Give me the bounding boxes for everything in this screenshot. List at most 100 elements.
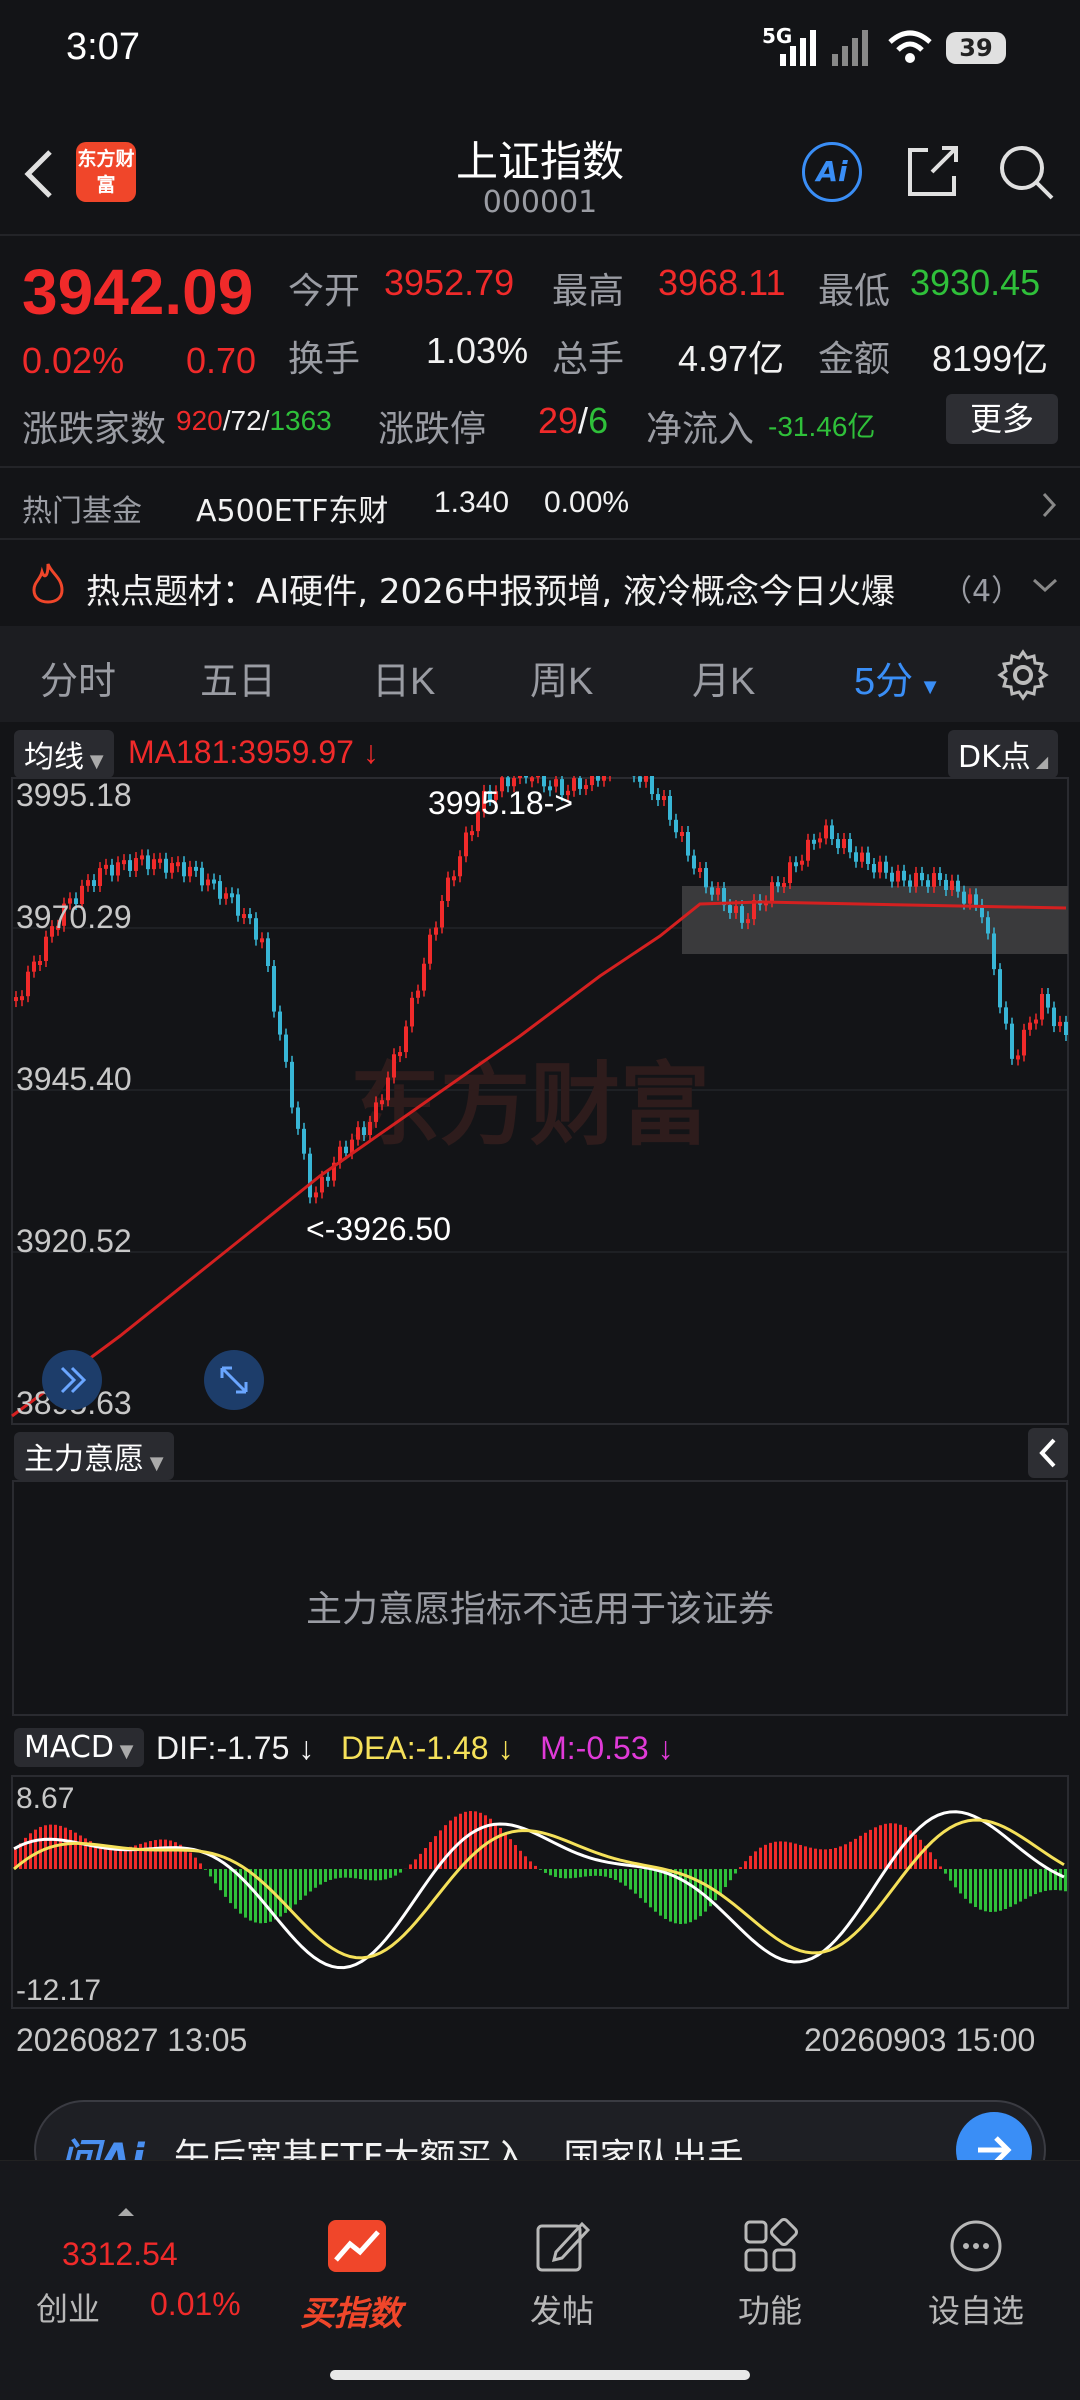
fund-pct: 0.00%: [544, 486, 630, 519]
nav-watchlist-label[interactable]: 设自选: [910, 2286, 1042, 2332]
macd-bar: [559, 1869, 562, 1878]
candle: [896, 870, 900, 882]
candle: [344, 1146, 348, 1154]
candle: [158, 858, 162, 863]
macd-bar: [874, 1827, 877, 1869]
candle: [356, 1127, 360, 1140]
macd-bar: [584, 1869, 587, 1877]
collapse-button[interactable]: [1028, 1428, 1068, 1478]
macd-bar: [629, 1869, 632, 1890]
candle: [728, 905, 732, 913]
grid-apps-icon[interactable]: [742, 2218, 798, 2274]
tab-daily-k[interactable]: 日K: [372, 650, 435, 705]
tab-monthly-k[interactable]: 月K: [692, 650, 755, 705]
macd-bar: [994, 1869, 997, 1912]
candle: [794, 862, 798, 867]
macd-bar: [264, 1869, 267, 1924]
macd-bar: [189, 1852, 192, 1869]
chevron-down-icon: [1032, 578, 1058, 593]
candle: [950, 880, 954, 891]
macd-bar: [219, 1869, 222, 1891]
candle: [116, 862, 120, 876]
macd-bar: [519, 1850, 522, 1869]
hot-fund-row[interactable]: [0, 468, 1080, 538]
macd-ymax: 8.67: [16, 1782, 74, 1815]
candle: [524, 776, 528, 778]
candle: [848, 838, 852, 853]
macd-bar: [554, 1869, 557, 1877]
macd-bar: [779, 1841, 782, 1869]
candle: [416, 990, 420, 998]
more-circle-icon[interactable]: [948, 2218, 1004, 2274]
macd-bar: [59, 1825, 62, 1869]
candle: [458, 856, 462, 877]
candle: [26, 971, 30, 997]
macd-indicator-select[interactable]: MACD ▼: [14, 1728, 144, 1767]
candle: [992, 933, 996, 970]
candle: [218, 881, 222, 899]
macd-bar: [654, 1869, 657, 1912]
ma-indicator-select[interactable]: 均线 ▼: [14, 730, 114, 778]
macd-bar: [574, 1869, 577, 1878]
macd-bar: [64, 1827, 67, 1869]
nav-post-label[interactable]: 发帖: [500, 2286, 624, 2332]
macd-bar: [429, 1842, 432, 1869]
macd-bar: [509, 1839, 512, 1869]
macd-bar: [1014, 1869, 1017, 1905]
more-button[interactable]: 更多: [946, 394, 1058, 444]
candle: [836, 839, 840, 849]
search-icon[interactable]: [996, 142, 1056, 202]
index-ticker[interactable]: [0, 2160, 260, 2300]
scroll-left-button[interactable]: [42, 1350, 102, 1410]
candle: [860, 852, 864, 862]
candle: [716, 888, 720, 895]
tab-intraday[interactable]: 分时: [40, 650, 116, 705]
macd-bar: [204, 1869, 207, 1870]
macd-bar: [249, 1869, 252, 1921]
macd-bar: [734, 1869, 737, 1874]
compose-icon[interactable]: [534, 2218, 590, 2274]
candle: [656, 794, 660, 801]
candle: [740, 906, 744, 923]
macd-chart[interactable]: 8.67 -12.17: [0, 1774, 1080, 2010]
macd-bar: [694, 1869, 697, 1920]
macd-bar: [414, 1859, 417, 1869]
candle: [86, 880, 90, 886]
candle: [386, 1077, 390, 1101]
candle: [812, 839, 816, 844]
ai-button[interactable]: Ai: [802, 142, 862, 202]
macd-bar: [154, 1840, 157, 1869]
macd-bar: [544, 1869, 547, 1873]
dk-point-button[interactable]: DK点 ◢: [948, 730, 1059, 778]
kline-chart[interactable]: 东方财富 3995.18 3970.29 3945.40 3920.52 389…: [0, 776, 1080, 1426]
settings-gear-icon[interactable]: [996, 648, 1050, 702]
candle: [164, 858, 168, 873]
candle: [776, 882, 780, 887]
macd-bar: [109, 1848, 112, 1869]
intent-indicator-select[interactable]: 主力意愿 ▼: [14, 1432, 174, 1480]
share-icon[interactable]: [902, 142, 962, 202]
change-percent: 0.02%: [22, 340, 125, 381]
candle: [644, 776, 648, 782]
macd-bar: [139, 1843, 142, 1869]
nav-functions-label[interactable]: 功能: [708, 2286, 832, 2332]
candle: [206, 879, 210, 886]
ticker-name: 创业: [36, 2290, 101, 2328]
candle: [470, 831, 474, 836]
tab-five-day[interactable]: 五日: [200, 650, 276, 705]
candle: [926, 880, 930, 887]
open-label: 今开: [288, 270, 361, 311]
macd-bar: [1009, 1869, 1012, 1907]
macd-bar: [649, 1869, 652, 1908]
macd-bar: [819, 1849, 822, 1869]
tab-5min[interactable]: 5分 ▼: [854, 650, 941, 705]
candle: [302, 1128, 306, 1154]
macd-bar: [409, 1864, 412, 1869]
macd-bar: [384, 1869, 387, 1880]
candle: [230, 893, 234, 898]
tab-weekly-k[interactable]: 周K: [530, 650, 593, 705]
macd-bar: [319, 1869, 322, 1885]
fullscreen-button[interactable]: [204, 1350, 264, 1410]
macd-bar: [834, 1847, 837, 1869]
macd-bar: [494, 1823, 497, 1869]
